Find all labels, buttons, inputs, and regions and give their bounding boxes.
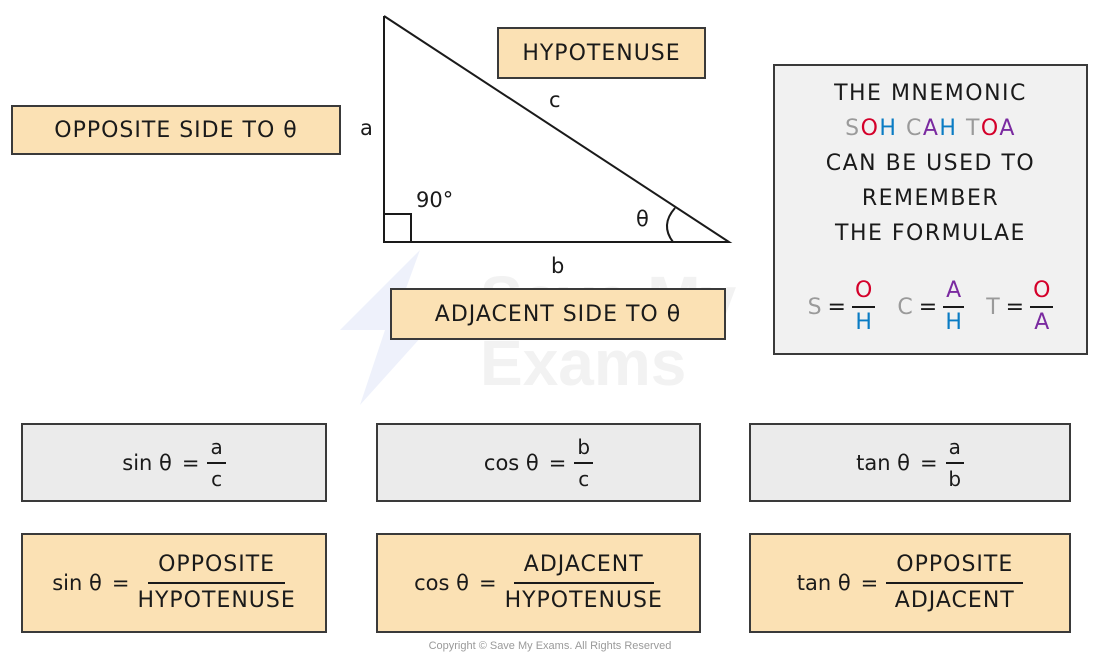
cos-formula-words: cos θ = ADJACENT HYPOTENUSE: [376, 533, 701, 633]
mnemonic-soh-cah-toa: SOH CAH TOA: [775, 111, 1086, 146]
cah-word: CAH: [906, 116, 957, 141]
cosine-ratio: C = AH: [897, 278, 965, 336]
side-b-label: b: [551, 254, 565, 278]
mnemonic-box: THE MNEMONIC SOH CAH TOA CAN BE USED TO …: [773, 64, 1088, 355]
mnemonic-line3: CAN BE USED TO: [825, 151, 1036, 176]
sine-ratio: S = OH: [808, 278, 876, 336]
soh-letter-h: H: [879, 116, 898, 141]
mnemonic-line1: THE MNEMONIC: [834, 81, 1027, 106]
angle-arc: [666, 207, 676, 243]
mnemonic-fractions: S = OH C = AH T = OA: [775, 278, 1086, 336]
sin-formula-letters: sin θ = ac: [21, 423, 327, 502]
soh-letter-o: O: [860, 116, 880, 141]
toa-letter-t: T: [965, 116, 981, 141]
side-c-label: c: [549, 88, 561, 112]
toa-word: TOA: [966, 116, 1016, 141]
tan-formula-words: tan θ = OPPOSITE ADJACENT: [749, 533, 1071, 633]
toa-letter-o: O: [980, 116, 1000, 141]
sin-formula-words: sin θ = OPPOSITE HYPOTENUSE: [21, 533, 327, 633]
cos-formula-letters: cos θ = bc: [376, 423, 701, 502]
toa-letter-a: A: [999, 116, 1016, 141]
right-angle-label: 90°: [416, 188, 454, 212]
tan-formula-letters: tan θ = ab: [749, 423, 1071, 502]
adjacent-side-label: ADJACENT SIDE TO θ: [390, 288, 726, 340]
side-a-label: a: [360, 116, 373, 140]
tangent-ratio: T = OA: [986, 278, 1054, 336]
copyright-notice: Copyright © Save My Exams. All Rights Re…: [428, 640, 672, 652]
cah-letter-h: H: [939, 116, 958, 141]
mnemonic-line4: REMEMBER: [861, 186, 1000, 211]
cah-letter-c: C: [905, 116, 923, 141]
mnemonic-line5: THE FORMULAE: [835, 221, 1026, 246]
hypotenuse-label: HYPOTENUSE: [497, 27, 706, 79]
soh-word: SOH: [845, 116, 897, 141]
soh-letter-s: S: [845, 116, 861, 141]
right-angle-marker: [383, 213, 412, 243]
theta-label: θ: [636, 207, 649, 231]
opposite-side-label: OPPOSITE SIDE TO θ: [11, 105, 341, 155]
cah-letter-a: A: [922, 116, 940, 141]
